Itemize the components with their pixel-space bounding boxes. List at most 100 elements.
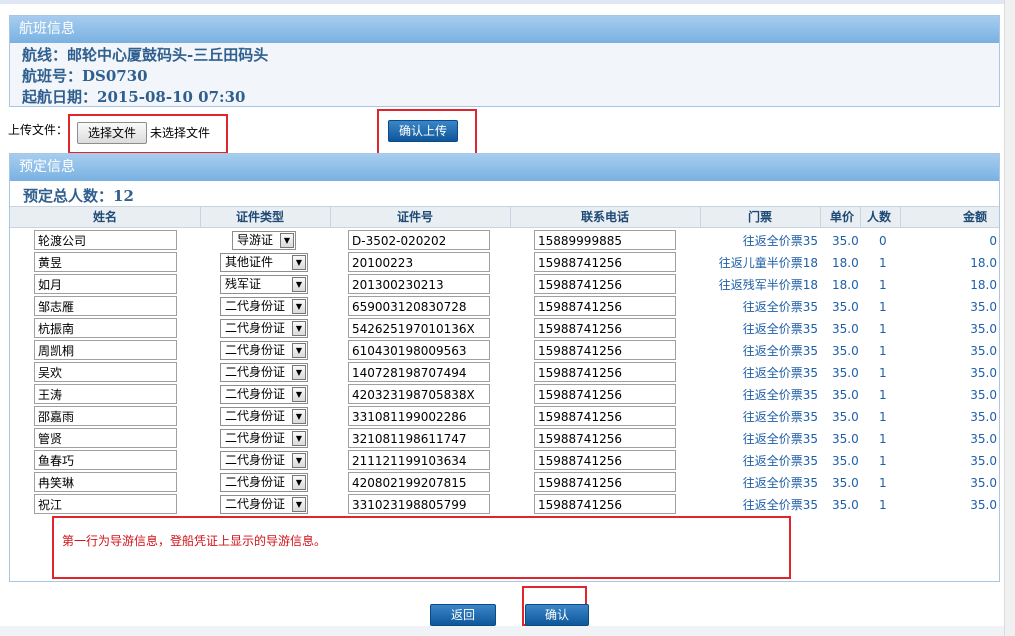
- vertical-scrollbar[interactable]: [1004, 0, 1015, 636]
- departure-date: 起航日期：2015-08-10 07:30: [22, 88, 246, 106]
- ticket-type[interactable]: 往返全价票35: [700, 384, 818, 406]
- name-input[interactable]: 冉笑琳: [34, 472, 177, 492]
- amount: 35.0: [970, 388, 997, 402]
- name-input[interactable]: 祝江: [34, 494, 177, 514]
- id-number-input[interactable]: 420802199207815: [348, 472, 490, 492]
- id-number-input[interactable]: 331023198805799: [348, 494, 490, 514]
- choose-file-button[interactable]: 选择文件: [77, 122, 147, 144]
- dropdown-arrow-icon[interactable]: ▼: [292, 409, 306, 424]
- dropdown-arrow-icon[interactable]: ▼: [292, 321, 306, 336]
- note-highlight: 第一行为导游信息，登船凭证上显示的导游信息。: [52, 516, 791, 579]
- dropdown-arrow-icon[interactable]: ▼: [292, 475, 306, 490]
- name-input[interactable]: 周凯桐: [34, 340, 177, 360]
- table-header: 姓名 证件类型 证件号 联系电话 门票 单价 人数 金额: [10, 206, 999, 228]
- phone-input[interactable]: 15988741256: [534, 450, 676, 470]
- person-count: 1: [879, 278, 887, 292]
- dropdown-arrow-icon[interactable]: ▼: [292, 299, 306, 314]
- dropdown-arrow-icon[interactable]: ▼: [292, 277, 306, 292]
- ticket-type[interactable]: 往返全价票35: [700, 362, 818, 384]
- id-type-select[interactable]: 二代身份证 ▼: [220, 297, 308, 316]
- ticket-type[interactable]: 往返儿童半价票18: [700, 252, 818, 274]
- phone-input[interactable]: 15988741256: [534, 318, 676, 338]
- dropdown-arrow-icon[interactable]: ▼: [292, 365, 306, 380]
- id-type-select[interactable]: 二代身份证 ▼: [220, 363, 308, 382]
- ticket-type[interactable]: 往返全价票35: [700, 318, 818, 340]
- name-input[interactable]: 轮渡公司: [34, 230, 177, 250]
- phone-input[interactable]: 15988741256: [534, 494, 676, 514]
- phone-input[interactable]: 15889999885: [534, 230, 676, 250]
- ticket-type[interactable]: 往返全价票35: [700, 472, 818, 494]
- confirm-button[interactable]: 确认: [525, 604, 589, 626]
- id-type-select[interactable]: 其他证件 ▼: [220, 253, 308, 272]
- name-input[interactable]: 管贤: [34, 428, 177, 448]
- id-number-input[interactable]: 201300230213: [348, 274, 490, 294]
- booking-total: 预定总人数：12: [23, 187, 134, 205]
- id-type-select[interactable]: 导游证 ▼: [232, 231, 296, 250]
- ticket-type[interactable]: 往返全价票35: [700, 450, 818, 472]
- phone-input[interactable]: 15988741256: [534, 274, 676, 294]
- id-number-input[interactable]: 659003120830728: [348, 296, 490, 316]
- id-type-select[interactable]: 二代身份证 ▼: [220, 429, 308, 448]
- phone-input[interactable]: 15988741256: [534, 428, 676, 448]
- id-number-input[interactable]: 140728198707494: [348, 362, 490, 382]
- ticket-type[interactable]: 往返全价票35: [700, 230, 818, 252]
- dropdown-arrow-icon[interactable]: ▼: [292, 497, 306, 512]
- name-input[interactable]: 吴欢: [34, 362, 177, 382]
- person-count: 1: [879, 476, 887, 490]
- name-input[interactable]: 如月: [34, 274, 177, 294]
- person-count: 1: [879, 498, 887, 512]
- id-type-select[interactable]: 二代身份证 ▼: [220, 451, 308, 470]
- amount: 35.0: [970, 322, 997, 336]
- id-number-input[interactable]: 321081198611747: [348, 428, 490, 448]
- person-count: 1: [879, 344, 887, 358]
- dropdown-arrow-icon[interactable]: ▼: [292, 255, 306, 270]
- phone-input[interactable]: 15988741256: [534, 384, 676, 404]
- back-button[interactable]: 返回: [430, 604, 496, 626]
- id-number-input[interactable]: 542625197010136X: [348, 318, 490, 338]
- dropdown-arrow-icon[interactable]: ▼: [292, 387, 306, 402]
- name-input[interactable]: 邵嘉雨: [34, 406, 177, 426]
- table-row: 邵嘉雨 二代身份证 ▼ 331081199002286 15988741256 往返全价票…: [10, 406, 999, 428]
- id-number-input[interactable]: 331081199002286: [348, 406, 490, 426]
- id-type-select[interactable]: 二代身份证 ▼: [220, 473, 308, 492]
- dropdown-arrow-icon[interactable]: ▼: [280, 233, 294, 248]
- phone-input[interactable]: 15988741256: [534, 252, 676, 272]
- col-id-type: 证件类型: [235, 210, 284, 224]
- ticket-type[interactable]: 往返全价票35: [700, 406, 818, 428]
- id-number-input[interactable]: 610430198009563: [348, 340, 490, 360]
- ticket-type[interactable]: 往返全价票35: [700, 296, 818, 318]
- name-input[interactable]: 鱼春巧: [34, 450, 177, 470]
- table-row: 冉笑琳 二代身份证 ▼ 420802199207815 15988741256 往返全价票…: [10, 472, 999, 494]
- name-input[interactable]: 黄昱: [34, 252, 177, 272]
- phone-input[interactable]: 15988741256: [534, 406, 676, 426]
- table-row: 如月 残军证 ▼ 201300230213 15988741256 往返残军半价票18 18…: [10, 274, 999, 296]
- id-number-input[interactable]: 20100223: [348, 252, 490, 272]
- ticket-type[interactable]: 往返全价票35: [700, 494, 818, 516]
- id-type-select[interactable]: 二代身份证 ▼: [220, 407, 308, 426]
- unit-price: 35.0: [832, 322, 859, 336]
- id-type-select[interactable]: 二代身份证 ▼: [220, 319, 308, 338]
- id-type-select[interactable]: 二代身份证 ▼: [220, 385, 308, 404]
- table-row: 轮渡公司 导游证 ▼ D-3502-020202 15889999885 往返全价票35 3…: [10, 230, 999, 252]
- dropdown-arrow-icon[interactable]: ▼: [292, 453, 306, 468]
- name-input[interactable]: 杭振南: [34, 318, 177, 338]
- phone-input[interactable]: 15988741256: [534, 472, 676, 492]
- ticket-type[interactable]: 往返全价票35: [700, 340, 818, 362]
- id-type-select[interactable]: 二代身份证 ▼: [220, 495, 308, 514]
- id-type-select[interactable]: 二代身份证 ▼: [220, 341, 308, 360]
- dropdown-arrow-icon[interactable]: ▼: [292, 343, 306, 358]
- phone-input[interactable]: 15988741256: [534, 340, 676, 360]
- dropdown-arrow-icon[interactable]: ▼: [292, 431, 306, 446]
- ticket-type[interactable]: 往返全价票35: [700, 428, 818, 450]
- confirm-upload-button[interactable]: 确认上传: [388, 120, 458, 142]
- name-input[interactable]: 王涛: [34, 384, 177, 404]
- ticket-type[interactable]: 往返残军半价票18: [700, 274, 818, 296]
- id-type-select[interactable]: 残军证 ▼: [220, 275, 308, 294]
- id-type-value: 残军证: [225, 277, 262, 291]
- name-input[interactable]: 邹志雁: [34, 296, 177, 316]
- id-number-input[interactable]: 420323198705838X: [348, 384, 490, 404]
- phone-input[interactable]: 15988741256: [534, 296, 676, 316]
- phone-input[interactable]: 15988741256: [534, 362, 676, 382]
- id-number-input[interactable]: D-3502-020202: [348, 230, 490, 250]
- id-number-input[interactable]: 211121199103634: [348, 450, 490, 470]
